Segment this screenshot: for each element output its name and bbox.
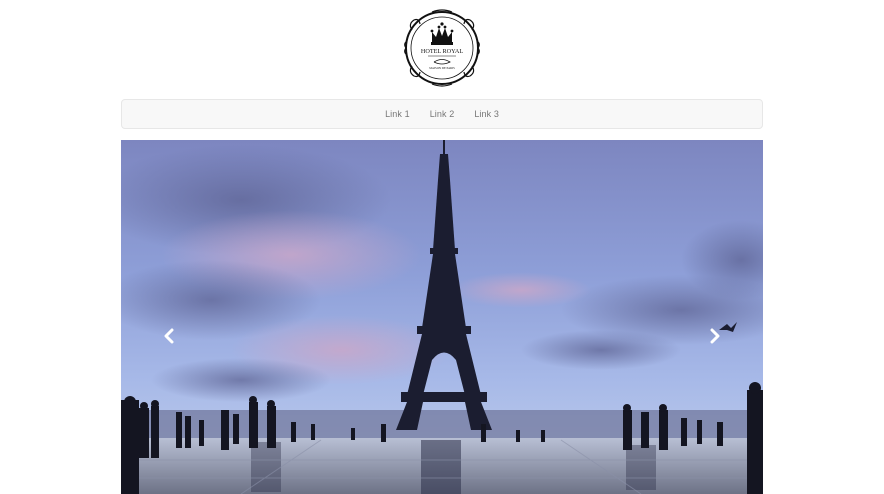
logo-title: HOTEL ROYAL: [421, 48, 463, 55]
chevron-left-icon: [164, 328, 174, 344]
carousel-next-button[interactable]: [707, 328, 723, 344]
image-carousel: [121, 140, 763, 494]
navbar: Link 1 Link 2 Link 3: [121, 99, 763, 129]
nav-link-2[interactable]: Link 2: [420, 109, 465, 119]
eiffel-tower-photo: [121, 140, 763, 494]
nav-link-3[interactable]: Link 3: [464, 109, 509, 119]
logo-subtitle: MAISON DE PARIS: [429, 66, 455, 70]
chevron-right-icon: [710, 328, 720, 344]
nav-link-1[interactable]: Link 1: [375, 109, 420, 119]
hotel-logo: HOTEL ROYAL MAISON DE PARIS: [402, 8, 482, 88]
carousel-prev-button[interactable]: [161, 328, 177, 344]
